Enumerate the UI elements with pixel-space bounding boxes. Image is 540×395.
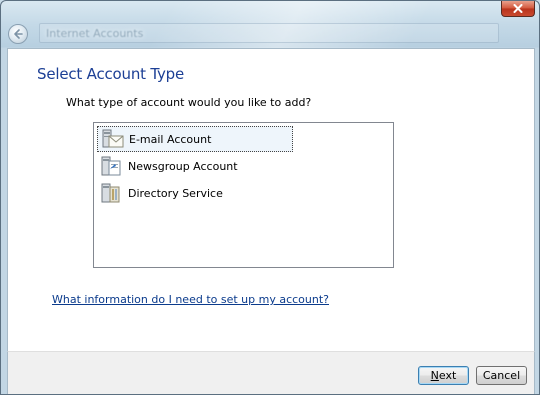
newsgroup-account-icon [98,154,124,178]
account-type-prompt: What type of account would you like to a… [66,96,312,109]
next-button-mnemonic: N [430,369,439,382]
list-item-label: Newsgroup Account [128,159,238,173]
button-bar: Next Cancel [7,351,535,394]
list-item-label: Directory Service [128,186,223,200]
content-pane: Select Account Type What type of account… [7,48,535,351]
title-bar[interactable]: Internet Accounts [1,1,539,48]
dialog-window: Internet Accounts Select Account Type Wh… [0,0,540,395]
close-icon [513,4,523,13]
cancel-button[interactable]: Cancel [476,366,527,385]
account-type-list[interactable]: E-mail Account Newsgroup Account Directo… [93,122,394,268]
back-button[interactable] [8,24,28,44]
list-item-directory-service[interactable]: Directory Service [97,180,292,206]
list-item-label: E-mail Account [129,132,212,146]
list-item-newsgroup-account[interactable]: Newsgroup Account [97,153,292,179]
directory-service-icon [98,181,124,205]
close-button[interactable] [501,1,535,17]
list-item-email-account[interactable]: E-mail Account [97,126,293,152]
next-button[interactable]: Next [418,366,469,385]
back-arrow-icon [14,29,23,39]
help-link[interactable]: What information do I need to set up my … [52,293,329,306]
page-title: Select Account Type [37,65,185,83]
window-title: Internet Accounts [46,27,144,40]
email-account-icon [99,127,125,151]
next-button-label: ext [438,369,457,382]
